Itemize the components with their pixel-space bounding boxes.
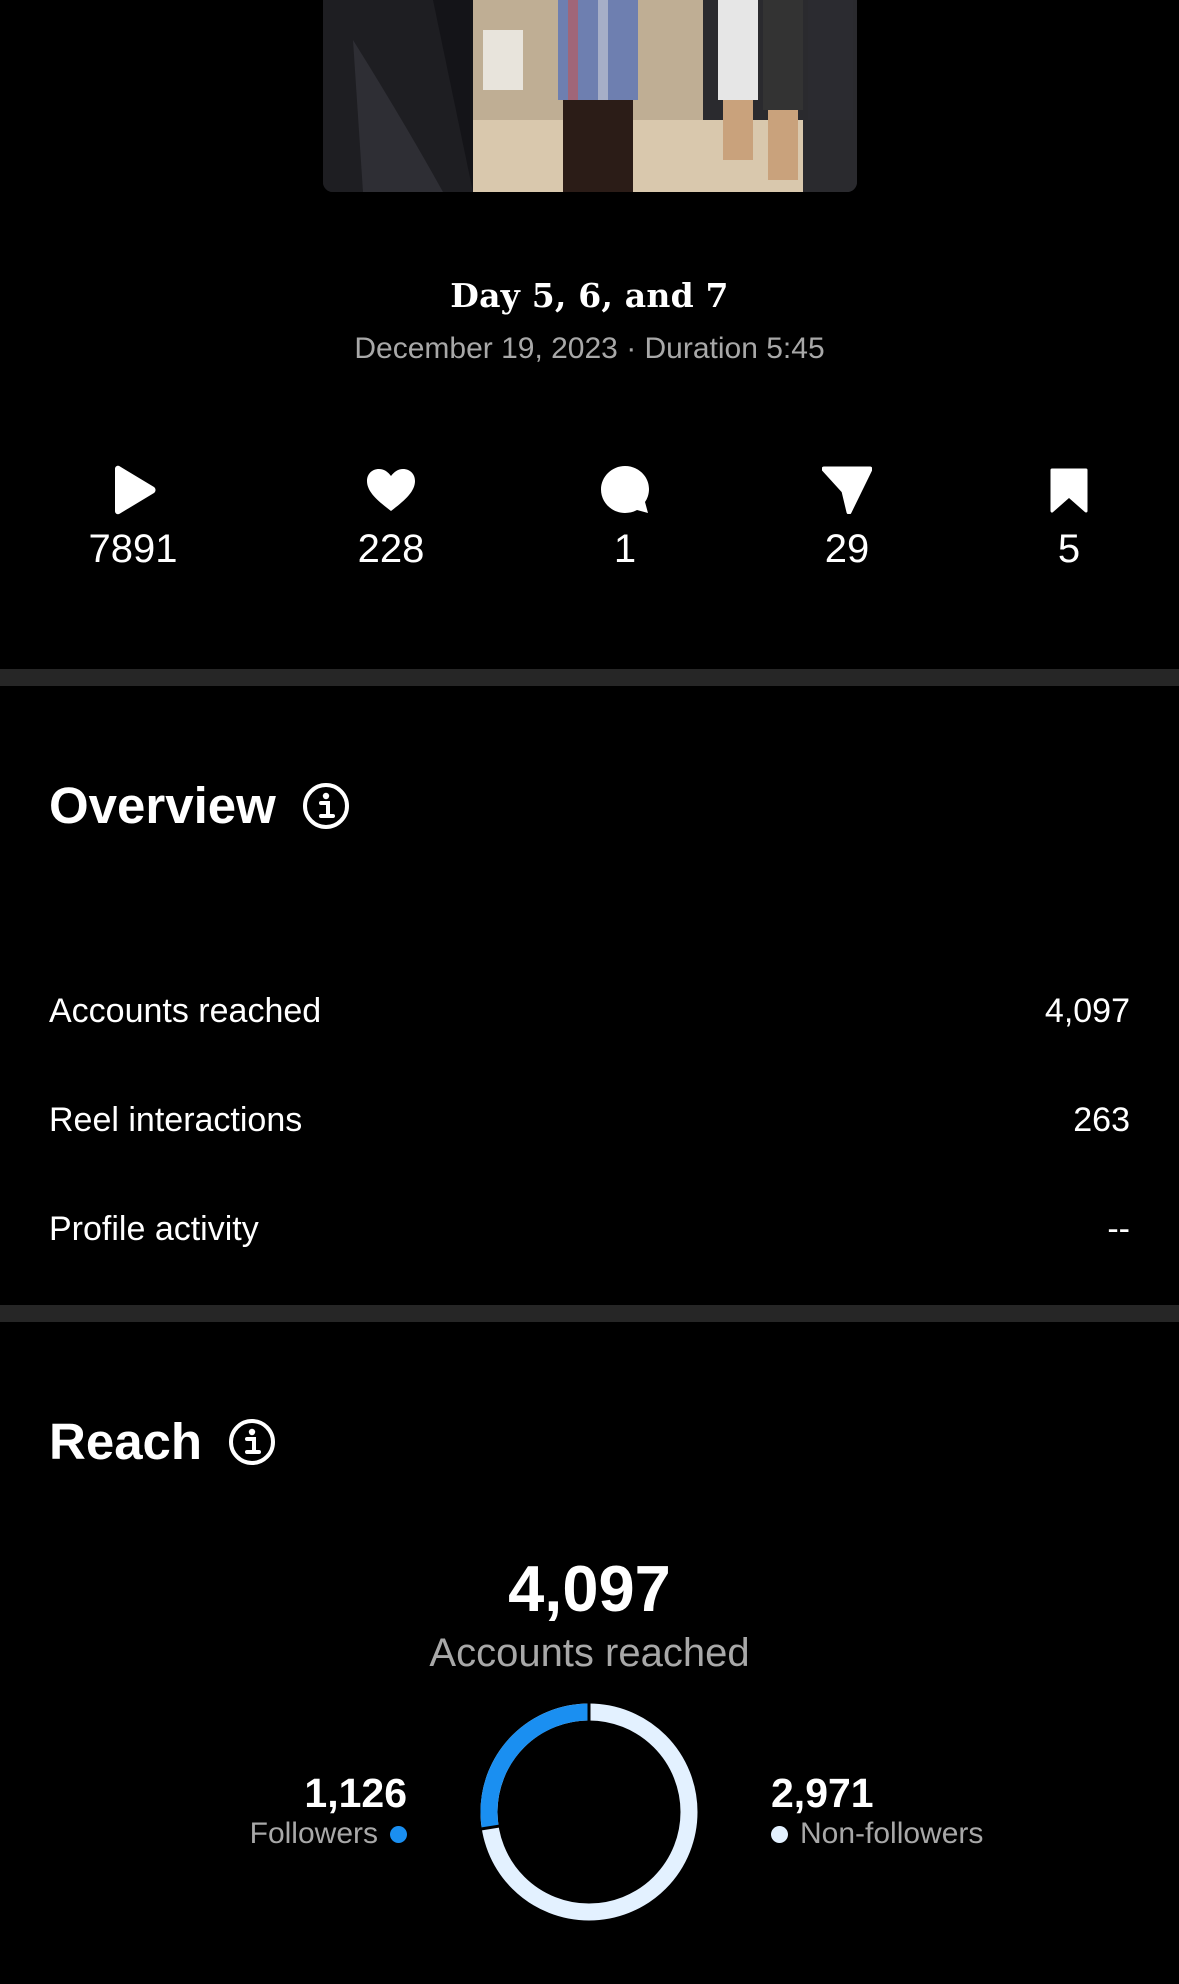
saves-stat: 5 — [989, 462, 1149, 572]
reach-total-label: Accounts reached — [429, 1631, 750, 1675]
metric-value: 4,097 — [1044, 992, 1130, 1030]
reach-info-icon[interactable] — [228, 1418, 276, 1466]
metric-value: -- — [1107, 1210, 1130, 1248]
reel-thumbnail[interactable] — [323, 0, 857, 192]
overview-info-icon[interactable] — [302, 782, 350, 830]
non-followers-count: 2,971 — [771, 1770, 874, 1816]
metric-label: Accounts reached — [49, 992, 322, 1030]
bookmark-icon — [1050, 468, 1088, 513]
comments-count: 1 — [613, 527, 637, 571]
heart-icon — [367, 469, 415, 511]
plays-stat: 7891 — [53, 462, 213, 572]
overview-header: Overview — [49, 776, 350, 835]
shares-count: 29 — [824, 527, 870, 571]
non-followers-dot — [771, 1825, 788, 1843]
reach-header: Reach — [49, 1412, 276, 1471]
overview-row-profile-activity[interactable]: Profile activity -- — [49, 1209, 1130, 1249]
play-icon — [115, 465, 156, 515]
share-icon — [822, 466, 872, 514]
followers-label: Followers — [249, 1817, 378, 1850]
non-followers-label: Non-followers — [800, 1817, 984, 1850]
metric-value: 263 — [1073, 1101, 1130, 1139]
reel-date-duration: December 19, 2023 · Duration 5:45 — [354, 332, 825, 365]
overview-row-accounts-reached[interactable]: Accounts reached 4,097 — [49, 991, 1130, 1031]
likes-count: 228 — [357, 527, 425, 571]
reach-title: Reach — [49, 1413, 203, 1470]
followers-arc — [480, 1703, 698, 1921]
comments-stat: 1 — [545, 462, 705, 572]
reel-title: Day 5, 6, and 7 — [450, 276, 729, 315]
reach-total: 4,097 — [508, 1552, 671, 1625]
overview-row-reel-interactions[interactable]: Reel interactions 263 — [49, 1100, 1130, 1140]
comment-icon — [601, 466, 649, 513]
section-divider — [0, 669, 1179, 686]
followers-dot — [390, 1825, 407, 1843]
overview-title: Overview — [49, 777, 276, 834]
metric-label: Reel interactions — [49, 1101, 303, 1139]
saves-count: 5 — [1057, 527, 1081, 571]
shares-stat: 29 — [767, 462, 927, 572]
plays-count: 7891 — [88, 527, 178, 571]
non-followers-legend: 2,971 Non-followers — [771, 1770, 983, 1852]
likes-stat: 228 — [311, 462, 471, 572]
followers-legend: 1,126 Followers — [250, 1770, 407, 1852]
reel-thumbnail-image — [323, 0, 857, 192]
metric-label: Profile activity — [49, 1210, 259, 1248]
section-divider — [0, 1305, 1179, 1322]
reach-donut-chart — [479, 1701, 698, 1921]
followers-count: 1,126 — [304, 1770, 407, 1816]
